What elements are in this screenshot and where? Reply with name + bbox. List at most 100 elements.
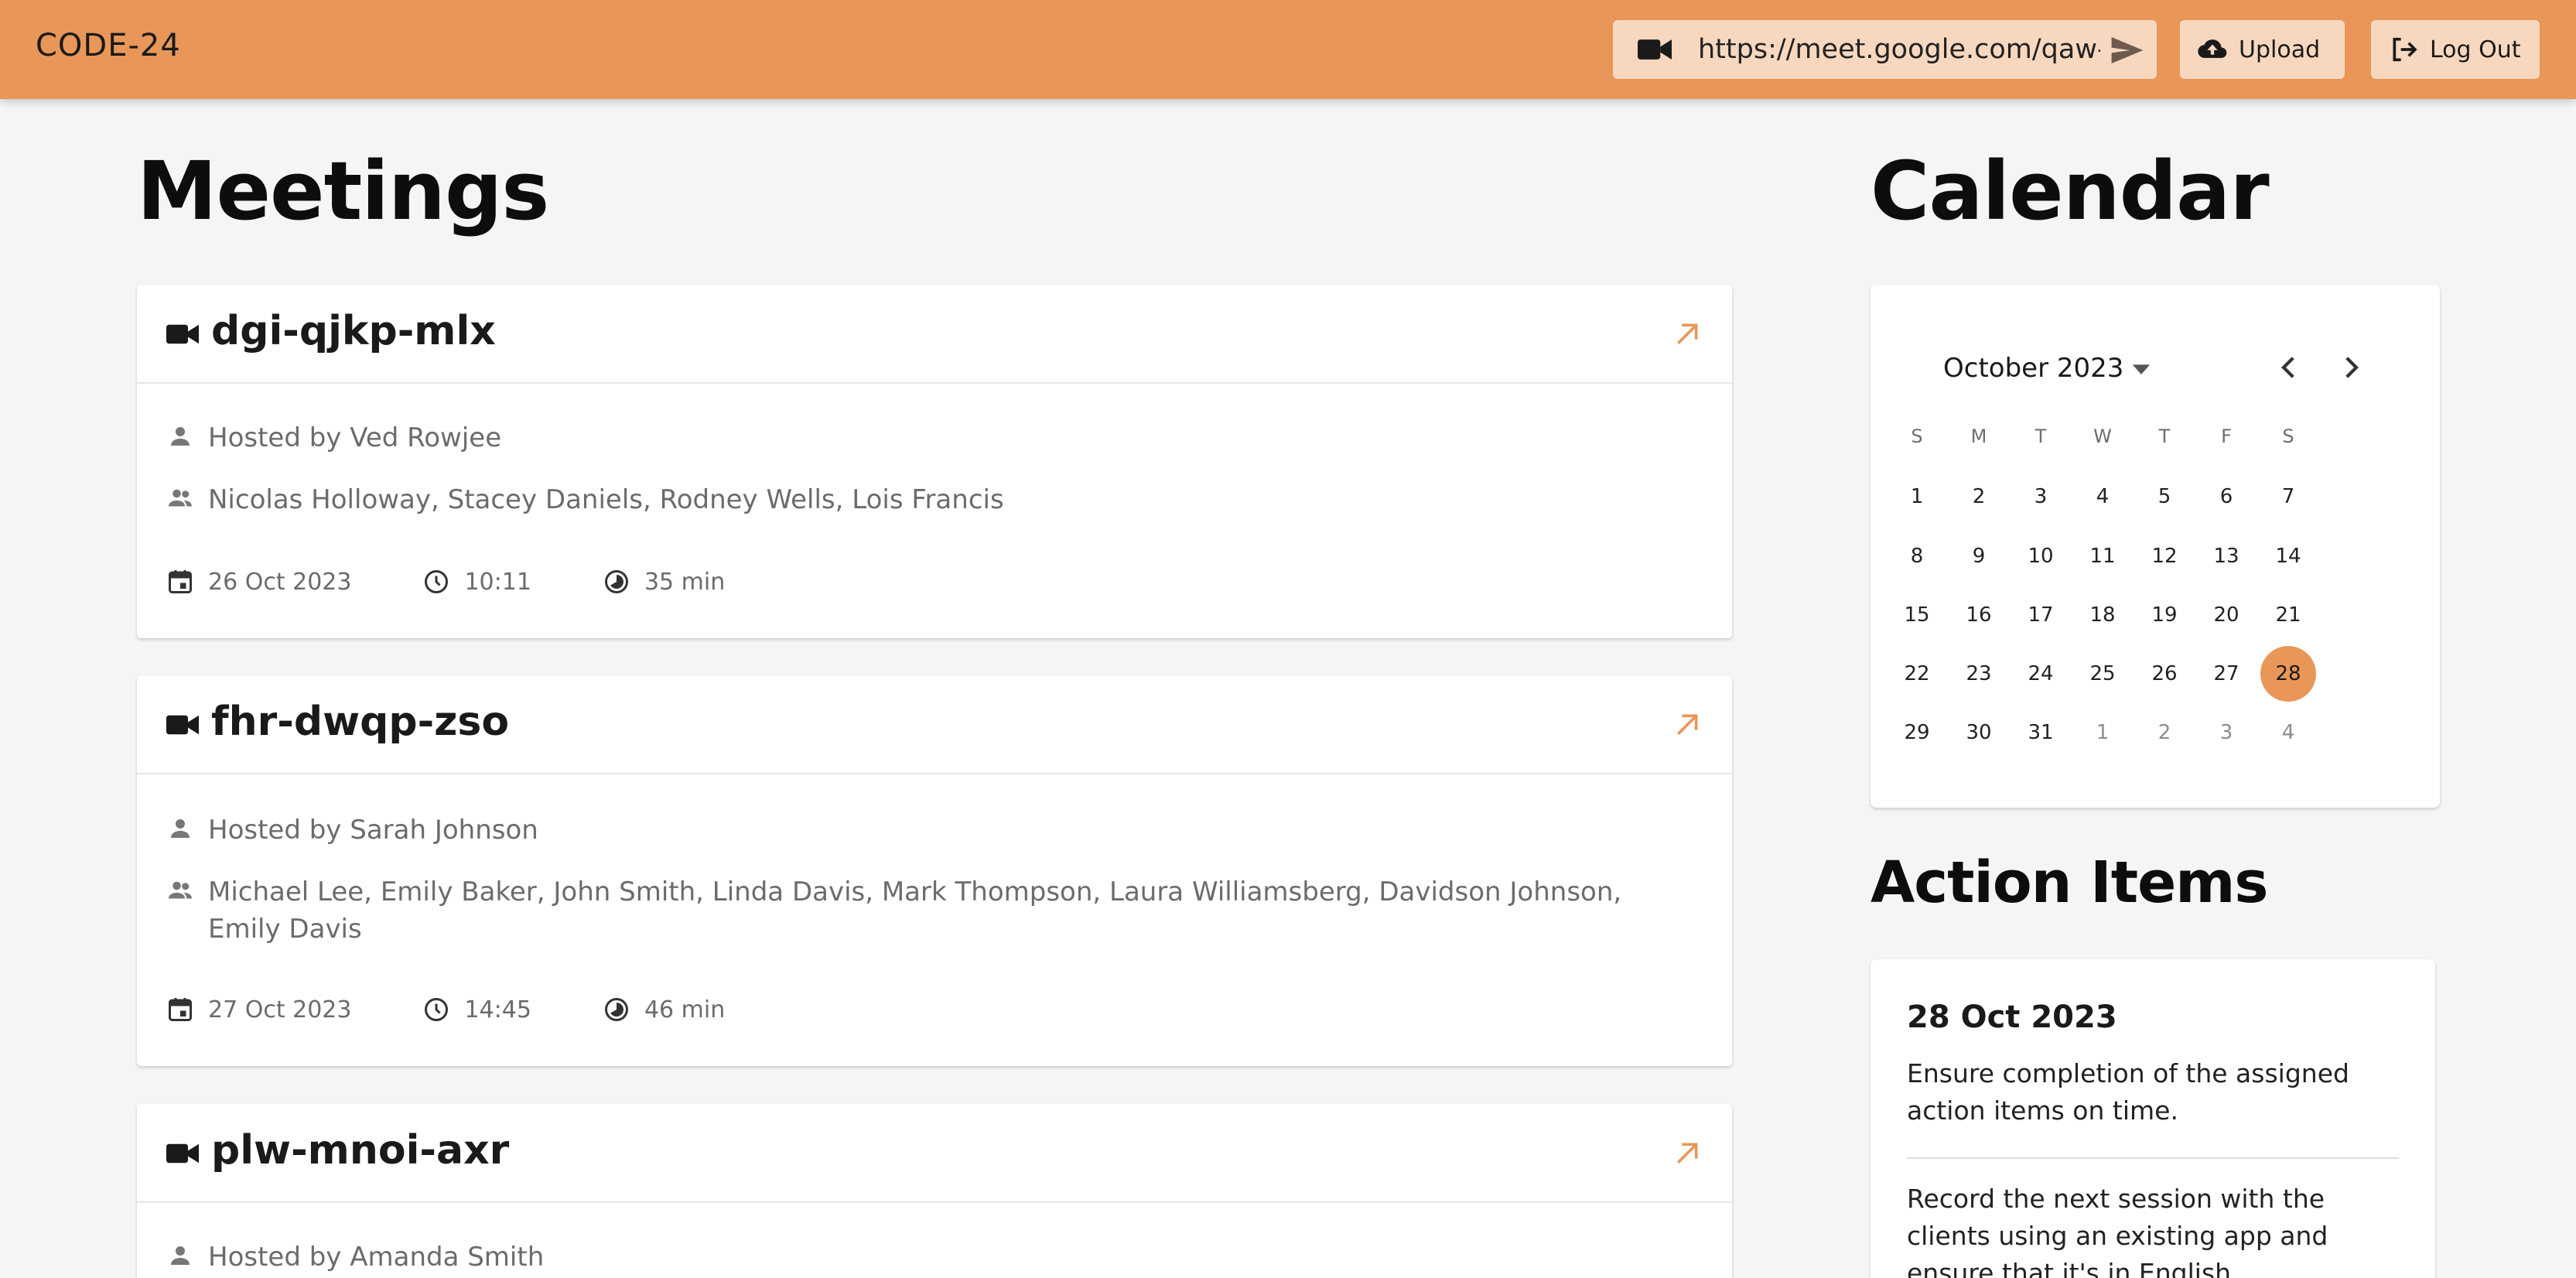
meeting-time-text: 10:11 xyxy=(464,568,531,596)
calendar-day[interactable]: 20 xyxy=(2198,587,2254,643)
calendar-day[interactable]: 2 xyxy=(2137,705,2192,760)
calendar-day[interactable]: 11 xyxy=(2075,528,2130,584)
people-icon xyxy=(169,489,192,507)
open-meeting-icon[interactable] xyxy=(1672,319,1703,350)
meeting-date: 27 Oct 2023 xyxy=(166,996,351,1023)
weekday-label: S xyxy=(2282,425,2294,447)
action-item: Record the next session with the clients… xyxy=(1907,1184,2328,1278)
calendar-day[interactable]: 2 xyxy=(1951,469,2007,525)
month-label[interactable]: October 2023 xyxy=(1943,353,2123,384)
calendar-day[interactable]: 1 xyxy=(1889,469,1945,525)
clock-icon xyxy=(425,570,449,593)
chevron-down-icon[interactable] xyxy=(2130,361,2152,378)
calendar-day[interactable]: 22 xyxy=(1889,646,1945,702)
calendar-day[interactable]: 25 xyxy=(2075,646,2130,702)
calendar-heading: Calendar xyxy=(1871,144,2270,238)
cloud-upload-icon xyxy=(2198,39,2227,58)
duration-icon xyxy=(604,570,628,593)
meeting-time: 10:11 xyxy=(422,568,531,596)
participants-line-2: Emily Davis xyxy=(208,914,362,945)
chevron-right-icon[interactable] xyxy=(2335,351,2367,384)
people-icon xyxy=(169,881,192,899)
meeting-host: Hosted by Amanda Smith xyxy=(208,1242,545,1273)
person-icon xyxy=(171,427,190,446)
brand-logo-text[interactable]: CODE-24 xyxy=(36,28,181,63)
calendar-day[interactable]: 10 xyxy=(2013,528,2069,584)
weekday-label: F xyxy=(2221,425,2232,447)
calendar-day[interactable]: 12 xyxy=(2137,528,2192,584)
meeting-code: dgi-qjkp-mlx xyxy=(211,308,496,354)
upload-label: Upload xyxy=(2239,36,2321,63)
meeting-card-header: dgi-qjkp-mlx xyxy=(137,285,1732,384)
send-icon[interactable] xyxy=(2111,37,2144,63)
meeting-host-row: Hosted by Ved Rowjee xyxy=(166,419,501,456)
calendar-day[interactable]: 30 xyxy=(1951,705,2007,760)
weekday-label: M xyxy=(1970,425,1987,447)
meeting-url-input[interactable]: https://meet.google.com/qaw- xyxy=(1698,20,2100,79)
weekday-label: T xyxy=(2034,425,2047,447)
meeting-code: fhr-dwqp-zso xyxy=(211,699,510,745)
meeting-duration: 46 min xyxy=(603,996,725,1023)
open-meeting-icon[interactable] xyxy=(1672,709,1703,740)
person-icon xyxy=(171,1246,190,1265)
calendar-day[interactable]: 3 xyxy=(2198,705,2254,760)
calendar-day[interactable]: 9 xyxy=(1951,528,2007,584)
meeting-meta-row: 26 Oct 2023 10:11 35 min xyxy=(166,568,796,596)
calendar-day[interactable]: 29 xyxy=(1889,705,1945,760)
open-meeting-icon[interactable] xyxy=(1672,1138,1703,1169)
meeting-participants: Michael Lee, Emily Baker, John Smith, Li… xyxy=(208,873,1621,948)
divider xyxy=(1907,1157,2399,1159)
meeting-card: plw-mnoi-axr Hosted by Amanda Smith xyxy=(137,1104,1732,1278)
meeting-card: fhr-dwqp-zso Hosted by Sarah Johnson Mic… xyxy=(137,675,1732,1066)
action-items-heading: Action Items xyxy=(1871,849,2268,916)
logout-button[interactable]: Log Out xyxy=(2371,20,2540,79)
calendar-day[interactable]: 13 xyxy=(2198,528,2254,584)
calendar-day[interactable]: 1 xyxy=(2075,705,2130,760)
meeting-host: Hosted by Sarah Johnson xyxy=(208,815,538,846)
meeting-card: dgi-qjkp-mlx Hosted by Ved Rowjee Nicola… xyxy=(137,285,1732,638)
chevron-left-icon[interactable] xyxy=(2273,351,2305,384)
calendar-day-selected[interactable]: 28 xyxy=(2260,646,2316,702)
meeting-card-header: fhr-dwqp-zso xyxy=(137,675,1732,774)
calendar-day[interactable]: 19 xyxy=(2137,587,2192,643)
meeting-participants: Nicolas Holloway, Stacey Daniels, Rodney… xyxy=(208,484,1004,515)
calendar-day[interactable]: 26 xyxy=(2137,646,2192,702)
weekday-label: W xyxy=(2093,425,2112,447)
meeting-url-field[interactable]: https://meet.google.com/qaw- xyxy=(1613,20,2157,79)
calendar-day[interactable]: 23 xyxy=(1951,646,2007,702)
calendar-day[interactable]: 16 xyxy=(1951,587,2007,643)
calendar-day[interactable]: 5 xyxy=(2137,469,2192,525)
meeting-time: 14:45 xyxy=(422,996,531,1023)
meetings-heading: Meetings xyxy=(137,144,549,238)
calendar-day[interactable]: 6 xyxy=(2198,469,2254,525)
clock-icon xyxy=(425,998,449,1021)
meeting-card-header: plw-mnoi-axr xyxy=(137,1104,1732,1203)
weekday-label: T xyxy=(2158,425,2171,447)
upload-button[interactable]: Upload xyxy=(2180,20,2345,79)
calendar-day[interactable]: 17 xyxy=(2013,587,2069,643)
video-camera-icon xyxy=(1638,39,1672,60)
calendar-day[interactable]: 15 xyxy=(1889,587,1945,643)
calendar-day[interactable]: 8 xyxy=(1889,528,1945,584)
video-camera-icon xyxy=(166,1143,199,1164)
video-camera-icon xyxy=(166,715,199,735)
person-icon xyxy=(171,819,190,838)
logout-icon xyxy=(2393,37,2417,62)
calendar-day[interactable]: 14 xyxy=(2260,528,2316,584)
calendar-day[interactable]: 21 xyxy=(2260,587,2316,643)
calendar-day[interactable]: 24 xyxy=(2013,646,2069,702)
participants-line-1: Michael Lee, Emily Baker, John Smith, Li… xyxy=(208,876,1622,907)
calendar-day[interactable]: 4 xyxy=(2075,469,2130,525)
meeting-time-text: 14:45 xyxy=(464,996,531,1023)
calendar-day[interactable]: 18 xyxy=(2075,587,2130,643)
meeting-code: plw-mnoi-axr xyxy=(211,1127,510,1174)
calendar-day[interactable]: 3 xyxy=(2013,469,2069,525)
calendar-day[interactable]: 27 xyxy=(2198,646,2254,702)
calendar-day[interactable]: 7 xyxy=(2260,469,2316,525)
meeting-duration-text: 46 min xyxy=(644,996,726,1023)
calendar-day[interactable]: 31 xyxy=(2013,705,2069,760)
meeting-date-text: 26 Oct 2023 xyxy=(208,568,352,596)
action-items-card: 28 Oct 2023 Ensure completion of the ass… xyxy=(1871,959,2435,1278)
meeting-date-text: 27 Oct 2023 xyxy=(208,996,352,1023)
calendar-day[interactable]: 4 xyxy=(2260,705,2316,760)
